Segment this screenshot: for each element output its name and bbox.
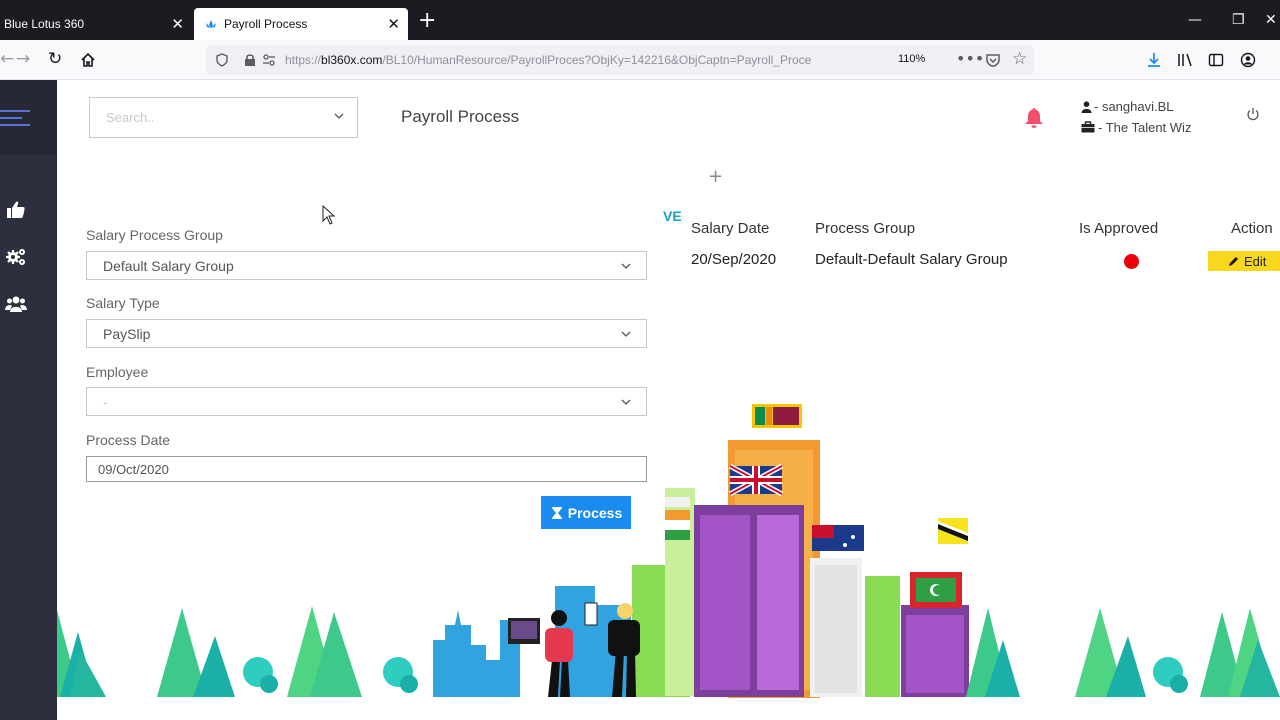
- column-header-partial: VE: [663, 208, 682, 224]
- edit-button[interactable]: Edit: [1208, 251, 1280, 271]
- process-group-cell: Default-Default Salary Group: [815, 251, 1008, 268]
- column-header-salary-date: Salary Date: [691, 220, 770, 237]
- column-header-is-approved: Is Approved: [1079, 220, 1159, 237]
- salary-date-cell: 20/Sep/2020: [691, 251, 777, 268]
- column-header-process-group: Process Group: [815, 220, 916, 237]
- approval-status-dot: [1124, 254, 1139, 269]
- pencil-icon: [1229, 257, 1238, 266]
- edit-button-label: Edit: [1244, 253, 1267, 269]
- city-skyline-illustration: [57, 404, 1280, 698]
- column-header-action: Action: [1231, 220, 1273, 237]
